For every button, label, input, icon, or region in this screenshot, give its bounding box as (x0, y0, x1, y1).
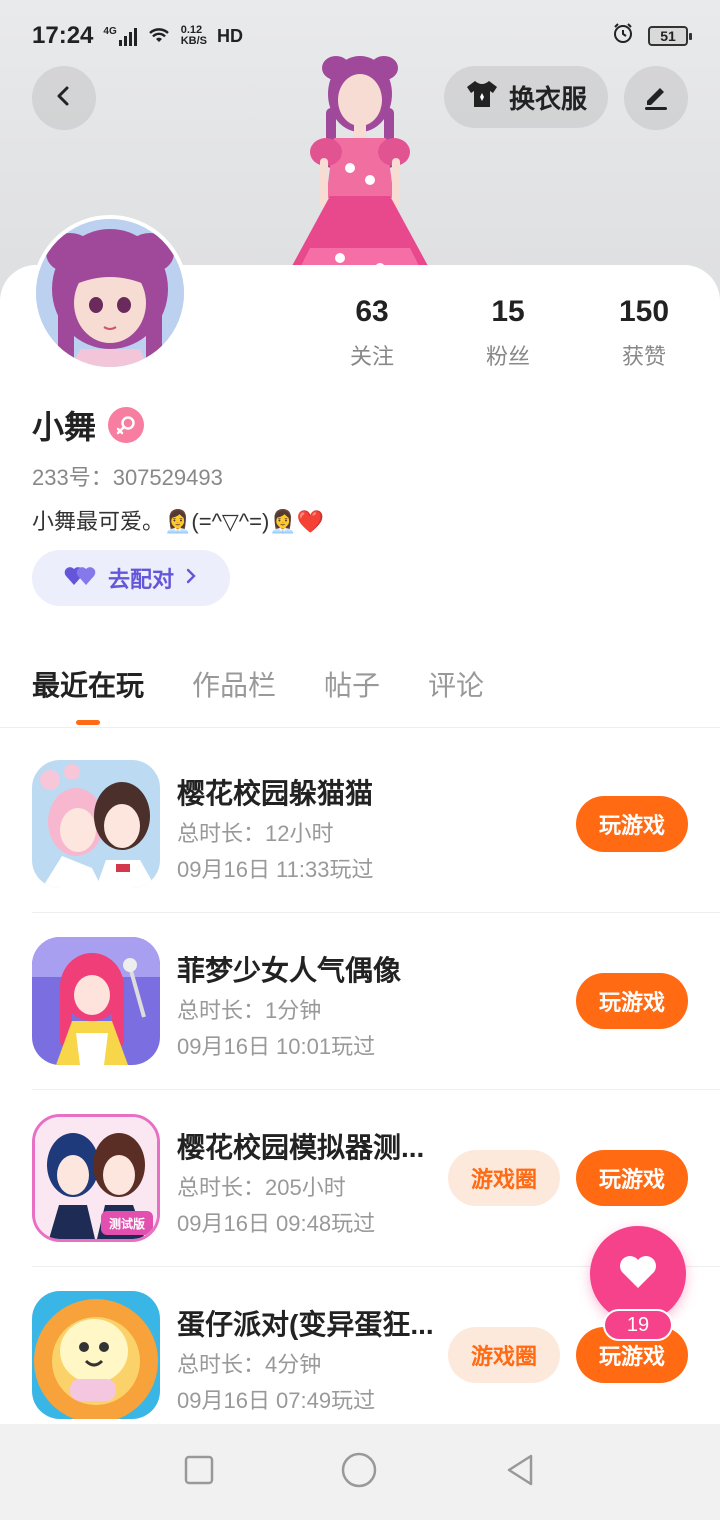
status-bar: 17:24 4G 0.12 KB/S HD 51 (0, 0, 720, 72)
wifi-icon (147, 22, 171, 50)
tab-active-indicator (76, 720, 100, 725)
hd-label: HD (217, 25, 244, 46)
stat-likes[interactable]: 150 获赞 (576, 295, 712, 371)
name-row: 小舞 (32, 402, 145, 448)
recent-apps-icon[interactable] (183, 1454, 215, 1491)
game-duration: 总时长：1分钟 (177, 998, 322, 1023)
status-right: 51 (612, 22, 692, 51)
net-speed: 0.12 KB/S (181, 25, 207, 47)
like-fab-button[interactable] (590, 1226, 686, 1322)
game-title: 菲梦少女人气偶像 (177, 955, 402, 986)
game-icon: 测试版 (32, 1114, 160, 1242)
net-speed-unit: KB/S (180, 35, 208, 47)
avatar[interactable] (32, 215, 188, 371)
female-icon (108, 407, 145, 443)
stat-likes-value: 150 (618, 295, 670, 328)
stat-followers-label: 粉丝 (485, 344, 530, 369)
tab-works[interactable]: 作品栏 (192, 664, 276, 704)
game-circle-button[interactable]: 游戏圈 (448, 1327, 560, 1383)
dress-up-label: 换衣服 (508, 83, 587, 114)
double-heart-icon (64, 563, 98, 593)
user-id: 233号：307529493 (32, 465, 223, 490)
game-icon (32, 1291, 160, 1419)
play-game-button[interactable]: 玩游戏 (576, 796, 688, 852)
game-title: 樱花校园躲猫猫 (177, 778, 374, 809)
list-item[interactable]: 菲梦少女人气偶像 总时长：1分钟 09月16日 10:01玩过 玩游戏 (0, 913, 720, 1090)
status-left: 17:24 4G 0.12 KB/S HD (32, 22, 243, 50)
stat-followers-value: 15 (491, 295, 525, 328)
stat-following-value: 63 (355, 295, 389, 328)
play-game-button[interactable]: 玩游戏 (576, 1150, 688, 1206)
edit-profile-button[interactable] (624, 66, 688, 130)
heart-icon (618, 1254, 658, 1295)
profile-stats: 63 关注 15 粉丝 150 获赞 (304, 295, 712, 371)
tab-posts[interactable]: 帖子 (324, 664, 380, 704)
game-icon (32, 760, 160, 888)
back-button[interactable] (32, 66, 96, 130)
stat-followers[interactable]: 15 粉丝 (440, 295, 576, 371)
tab-recent-play[interactable]: 最近在玩 (32, 664, 144, 704)
game-circle-button[interactable]: 游戏圈 (448, 1150, 560, 1206)
match-button[interactable]: 去配对 (32, 550, 230, 606)
user-bio: 小舞最可爱。👩‍💼(=^▽^=)👩‍💼❤️ (32, 509, 325, 534)
tab-comments[interactable]: 评论 (428, 664, 484, 704)
status-time: 17:24 (32, 22, 94, 49)
chevron-right-icon (184, 565, 198, 591)
like-count-badge: 19 (603, 1309, 673, 1341)
chevron-left-icon (52, 84, 76, 113)
tshirt-icon (465, 79, 499, 116)
game-title: 蛋仔派对(变异蛋狂... (177, 1309, 434, 1340)
dress-up-button[interactable]: 换衣服 (444, 66, 608, 128)
game-duration: 总时长：4分钟 (177, 1352, 322, 1377)
game-duration: 总时长：205小时 (177, 1175, 346, 1200)
stat-likes-label: 获赞 (621, 344, 666, 369)
network-label: 4G (103, 26, 117, 37)
system-nav-bar (0, 1424, 720, 1520)
user-name: 小舞 (32, 409, 97, 445)
game-title: 樱花校园模拟器测... (177, 1132, 425, 1163)
pencil-icon (641, 81, 671, 116)
signal-icon: 4G (103, 26, 137, 46)
stat-following[interactable]: 63 关注 (304, 295, 440, 371)
play-game-button[interactable]: 玩游戏 (576, 973, 688, 1029)
list-item[interactable]: 樱花校园躲猫猫 总时长：12小时 09月16日 11:33玩过 玩游戏 (0, 736, 720, 913)
profile-tabs: 最近在玩 作品栏 帖子 评论 (32, 664, 484, 704)
game-last-played: 09月16日 09:48玩过 (177, 1211, 376, 1236)
avatar-3d-figure[interactable] (270, 48, 450, 288)
tabs-divider (0, 727, 720, 728)
game-last-played: 09月16日 07:49玩过 (177, 1388, 376, 1413)
match-label: 去配对 (107, 567, 174, 592)
back-nav-icon[interactable] (503, 1453, 537, 1492)
battery-indicator: 51 (648, 26, 692, 46)
game-last-played: 09月16日 11:33玩过 (177, 857, 374, 882)
game-last-played: 09月16日 10:01玩过 (177, 1034, 376, 1059)
test-version-badge: 测试版 (108, 1216, 145, 1231)
alarm-icon (612, 22, 634, 51)
home-icon[interactable] (340, 1451, 378, 1494)
stat-following-label: 关注 (349, 344, 394, 369)
game-icon (32, 937, 160, 1065)
game-duration: 总时长：12小时 (177, 821, 334, 846)
